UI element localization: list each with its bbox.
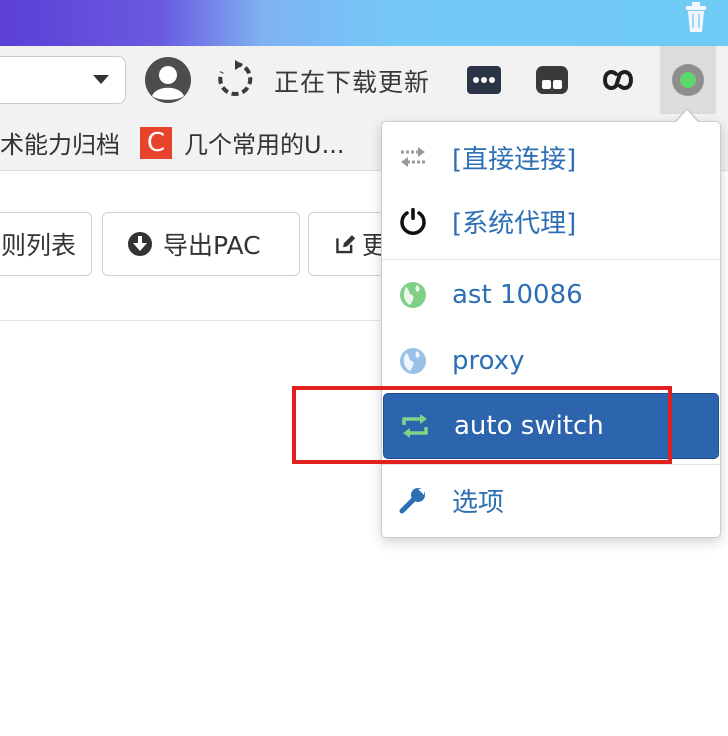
divider — [0, 320, 380, 321]
proxy-extension-button[interactable] — [660, 46, 716, 114]
download-circle-icon — [128, 232, 152, 256]
menu-separator — [382, 464, 720, 465]
menu-item-profile[interactable]: ast 10086 — [382, 262, 720, 328]
menu-item-profile[interactable]: proxy — [382, 328, 720, 394]
menu-item-label: [系统代理] — [452, 208, 577, 239]
window-titlebar — [0, 0, 728, 46]
trash-icon[interactable] — [680, 0, 712, 34]
rule-list-label: 则列表 — [1, 231, 77, 260]
menu-item-label: ast 10086 — [452, 280, 583, 310]
wrench-icon — [399, 488, 425, 514]
menu-separator — [382, 259, 720, 260]
proxy-status-dot — [680, 72, 696, 88]
tab-icon[interactable] — [534, 62, 570, 98]
avatar-icon[interactable] — [144, 56, 192, 104]
menu-item-label: [直接连接] — [452, 144, 577, 175]
bookmark-item[interactable]: 术能力归档 — [0, 125, 120, 160]
menu-item-options[interactable]: 选项 — [382, 467, 720, 533]
globe-icon-green — [400, 282, 426, 308]
menu-item-label: 选项 — [452, 487, 505, 518]
globe-icon-blue — [400, 348, 426, 374]
direct-connect-icon — [401, 147, 425, 167]
export-pac-button[interactable]: 导出PAC — [102, 212, 300, 276]
link-icon[interactable] — [600, 62, 636, 98]
download-status[interactable]: 正在下载更新 — [274, 63, 430, 99]
proxy-switch-menu: [直接连接] [系统代理] ast 10086 proxy auto switc… — [381, 121, 721, 538]
annotation-highlight-box — [292, 386, 672, 464]
rule-list-button[interactable]: 则列表 — [0, 212, 92, 276]
menu-item-label: proxy — [452, 346, 525, 376]
bookmark-item[interactable]: 几个常用的U... — [184, 125, 344, 160]
more-dots-icon[interactable] — [466, 62, 502, 98]
refresh-icon[interactable] — [216, 60, 254, 98]
bookmark-favicon-icon: C — [140, 127, 172, 159]
edit-button[interactable]: 更 — [308, 212, 388, 276]
menu-item-direct[interactable]: [直接连接] — [382, 124, 720, 190]
edit-icon — [336, 235, 356, 254]
address-dropdown-icon[interactable] — [93, 75, 109, 84]
power-icon — [400, 208, 426, 235]
export-pac-label: 导出PAC — [163, 231, 261, 260]
popup-arrow-fill — [676, 110, 698, 122]
menu-item-system[interactable]: [系统代理] — [382, 188, 720, 254]
